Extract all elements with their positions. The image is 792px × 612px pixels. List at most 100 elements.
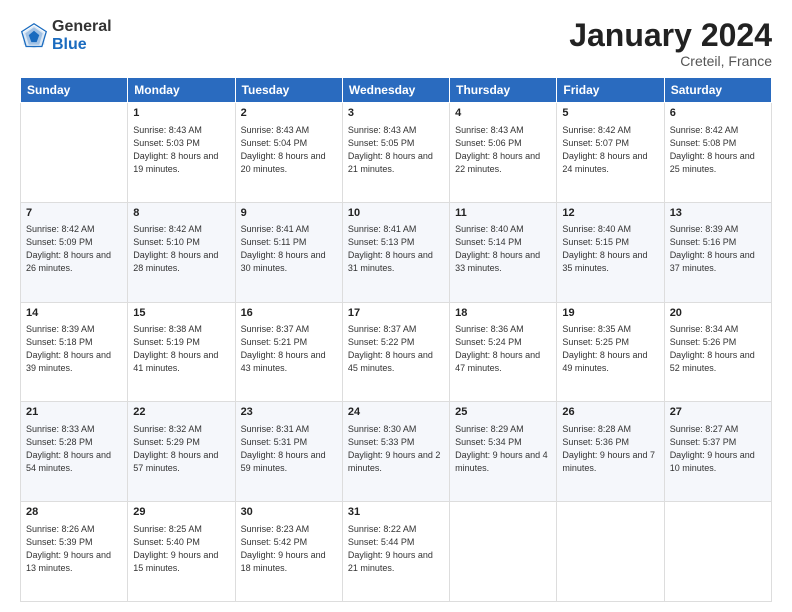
header-wednesday: Wednesday <box>342 78 449 103</box>
day-info: Sunrise: 8:42 AM Sunset: 5:07 PM Dayligh… <box>562 124 658 176</box>
day-info: Sunrise: 8:43 AM Sunset: 5:05 PM Dayligh… <box>348 124 444 176</box>
day-info: Sunrise: 8:36 AM Sunset: 5:24 PM Dayligh… <box>455 323 551 375</box>
day-number: 14 <box>26 306 122 321</box>
day-info: Sunrise: 8:37 AM Sunset: 5:21 PM Dayligh… <box>241 323 337 375</box>
calendar-cell-w5-d0: 28 Sunrise: 8:26 AM Sunset: 5:39 PM Dayli… <box>21 502 128 602</box>
calendar-cell-w3-d5: 19 Sunrise: 8:35 AM Sunset: 5:25 PM Dayli… <box>557 302 664 402</box>
day-info: Sunrise: 8:34 AM Sunset: 5:26 PM Dayligh… <box>670 323 766 375</box>
day-number: 24 <box>348 405 444 420</box>
calendar-cell-w5-d6 <box>664 502 771 602</box>
day-info: Sunrise: 8:43 AM Sunset: 5:06 PM Dayligh… <box>455 124 551 176</box>
logo-general-text: General <box>52 18 112 36</box>
logo-blue-text: Blue <box>52 36 112 54</box>
day-number: 22 <box>133 405 229 420</box>
calendar-cell-w5-d3: 31Sunrise: 8:22 AM Sunset: 5:44 PM Dayli… <box>342 502 449 602</box>
day-number: 25 <box>455 405 551 420</box>
day-number: 4 <box>455 106 551 121</box>
day-info: Sunrise: 8:39 AM Sunset: 5:18 PM Dayligh… <box>26 323 122 375</box>
calendar-table: Sunday Monday Tuesday Wednesday Thursday… <box>20 77 772 602</box>
day-number: 28 <box>26 505 122 520</box>
title-block: January 2024 Creteil, France <box>569 18 772 69</box>
calendar-cell-w4-d6: 27Sunrise: 8:27 AM Sunset: 5:37 PM Dayli… <box>664 402 771 502</box>
day-number: 30 <box>241 505 337 520</box>
day-info: Sunrise: 8:22 AM Sunset: 5:44 PM Dayligh… <box>348 523 444 575</box>
day-info: Sunrise: 8:27 AM Sunset: 5:37 PM Dayligh… <box>670 423 766 475</box>
day-info: Sunrise: 8:42 AM Sunset: 5:09 PM Dayligh… <box>26 223 122 275</box>
day-number: 17 <box>348 306 444 321</box>
day-info: Sunrise: 8:42 AM Sunset: 5:10 PM Dayligh… <box>133 223 229 275</box>
day-number: 13 <box>670 206 766 221</box>
calendar-cell-w1-d2: 2 Sunrise: 8:43 AM Sunset: 5:04 PM Daylig… <box>235 103 342 203</box>
month-title: January 2024 <box>569 18 772 53</box>
day-number: 7 <box>26 206 122 221</box>
day-info: Sunrise: 8:40 AM Sunset: 5:15 PM Dayligh… <box>562 223 658 275</box>
week-row-1: 1Sunrise: 8:43 AM Sunset: 5:03 PM Daylig… <box>21 103 772 203</box>
day-info: Sunrise: 8:33 AM Sunset: 5:28 PM Dayligh… <box>26 423 122 475</box>
week-row-4: 21 Sunrise: 8:33 AM Sunset: 5:28 PM Dayli… <box>21 402 772 502</box>
calendar-cell-w1-d5: 5Sunrise: 8:42 AM Sunset: 5:07 PM Daylig… <box>557 103 664 203</box>
day-info: Sunrise: 8:23 AM Sunset: 5:42 PM Dayligh… <box>241 523 337 575</box>
header-friday: Friday <box>557 78 664 103</box>
day-number: 9 <box>241 206 337 221</box>
calendar-cell-w3-d6: 20 Sunrise: 8:34 AM Sunset: 5:26 PM Dayli… <box>664 302 771 402</box>
calendar-cell-w5-d4 <box>450 502 557 602</box>
calendar-cell-w4-d4: 25 Sunrise: 8:29 AM Sunset: 5:34 PM Dayli… <box>450 402 557 502</box>
logo-text: General Blue <box>52 18 112 53</box>
week-row-3: 14 Sunrise: 8:39 AM Sunset: 5:18 PM Dayli… <box>21 302 772 402</box>
day-number: 15 <box>133 306 229 321</box>
day-info: Sunrise: 8:43 AM Sunset: 5:04 PM Dayligh… <box>241 124 337 176</box>
header-saturday: Saturday <box>664 78 771 103</box>
day-number: 19 <box>562 306 658 321</box>
calendar-cell-w1-d1: 1Sunrise: 8:43 AM Sunset: 5:03 PM Daylig… <box>128 103 235 203</box>
calendar-cell-w3-d3: 17 Sunrise: 8:37 AM Sunset: 5:22 PM Dayli… <box>342 302 449 402</box>
location-subtitle: Creteil, France <box>569 53 772 69</box>
day-info: Sunrise: 8:43 AM Sunset: 5:03 PM Dayligh… <box>133 124 229 176</box>
calendar-cell-w2-d6: 13 Sunrise: 8:39 AM Sunset: 5:16 PM Dayli… <box>664 202 771 302</box>
day-info: Sunrise: 8:35 AM Sunset: 5:25 PM Dayligh… <box>562 323 658 375</box>
day-number: 11 <box>455 206 551 221</box>
day-info: Sunrise: 8:42 AM Sunset: 5:08 PM Dayligh… <box>670 124 766 176</box>
day-number: 26 <box>562 405 658 420</box>
day-info: Sunrise: 8:29 AM Sunset: 5:34 PM Dayligh… <box>455 423 551 475</box>
day-info: Sunrise: 8:28 AM Sunset: 5:36 PM Dayligh… <box>562 423 658 475</box>
day-info: Sunrise: 8:41 AM Sunset: 5:11 PM Dayligh… <box>241 223 337 275</box>
calendar-cell-w2-d0: 7 Sunrise: 8:42 AM Sunset: 5:09 PM Daylig… <box>21 202 128 302</box>
week-row-2: 7 Sunrise: 8:42 AM Sunset: 5:09 PM Daylig… <box>21 202 772 302</box>
day-info: Sunrise: 8:37 AM Sunset: 5:22 PM Dayligh… <box>348 323 444 375</box>
day-info: Sunrise: 8:26 AM Sunset: 5:39 PM Dayligh… <box>26 523 122 575</box>
day-number: 12 <box>562 206 658 221</box>
calendar-cell-w3-d2: 16Sunrise: 8:37 AM Sunset: 5:21 PM Dayli… <box>235 302 342 402</box>
calendar-cell-w3-d0: 14 Sunrise: 8:39 AM Sunset: 5:18 PM Dayli… <box>21 302 128 402</box>
day-number: 23 <box>241 405 337 420</box>
day-number: 2 <box>241 106 337 121</box>
logo-icon <box>20 22 48 50</box>
day-info: Sunrise: 8:39 AM Sunset: 5:16 PM Dayligh… <box>670 223 766 275</box>
calendar-cell-w1-d0 <box>21 103 128 203</box>
calendar-cell-w2-d4: 11 Sunrise: 8:40 AM Sunset: 5:14 PM Dayli… <box>450 202 557 302</box>
calendar-cell-w1-d4: 4 Sunrise: 8:43 AM Sunset: 5:06 PM Daylig… <box>450 103 557 203</box>
calendar-cell-w5-d1: 29 Sunrise: 8:25 AM Sunset: 5:40 PM Dayli… <box>128 502 235 602</box>
header-sunday: Sunday <box>21 78 128 103</box>
day-number: 29 <box>133 505 229 520</box>
header-tuesday: Tuesday <box>235 78 342 103</box>
calendar-cell-w2-d5: 12 Sunrise: 8:40 AM Sunset: 5:15 PM Dayli… <box>557 202 664 302</box>
calendar-cell-w4-d0: 21 Sunrise: 8:33 AM Sunset: 5:28 PM Dayli… <box>21 402 128 502</box>
calendar-cell-w3-d1: 15 Sunrise: 8:38 AM Sunset: 5:19 PM Dayli… <box>128 302 235 402</box>
calendar-cell-w2-d2: 9 Sunrise: 8:41 AM Sunset: 5:11 PM Daylig… <box>235 202 342 302</box>
calendar-cell-w2-d3: 10 Sunrise: 8:41 AM Sunset: 5:13 PM Dayli… <box>342 202 449 302</box>
calendar-cell-w1-d3: 3Sunrise: 8:43 AM Sunset: 5:05 PM Daylig… <box>342 103 449 203</box>
week-row-5: 28 Sunrise: 8:26 AM Sunset: 5:39 PM Dayli… <box>21 502 772 602</box>
day-number: 6 <box>670 106 766 121</box>
day-number: 21 <box>26 405 122 420</box>
day-number: 20 <box>670 306 766 321</box>
day-info: Sunrise: 8:38 AM Sunset: 5:19 PM Dayligh… <box>133 323 229 375</box>
day-number: 8 <box>133 206 229 221</box>
day-info: Sunrise: 8:40 AM Sunset: 5:14 PM Dayligh… <box>455 223 551 275</box>
calendar-cell-w3-d4: 18Sunrise: 8:36 AM Sunset: 5:24 PM Dayli… <box>450 302 557 402</box>
day-info: Sunrise: 8:41 AM Sunset: 5:13 PM Dayligh… <box>348 223 444 275</box>
day-info: Sunrise: 8:25 AM Sunset: 5:40 PM Dayligh… <box>133 523 229 575</box>
day-number: 10 <box>348 206 444 221</box>
calendar-cell-w2-d1: 8 Sunrise: 8:42 AM Sunset: 5:10 PM Daylig… <box>128 202 235 302</box>
day-info: Sunrise: 8:30 AM Sunset: 5:33 PM Dayligh… <box>348 423 444 475</box>
weekday-header-row: Sunday Monday Tuesday Wednesday Thursday… <box>21 78 772 103</box>
